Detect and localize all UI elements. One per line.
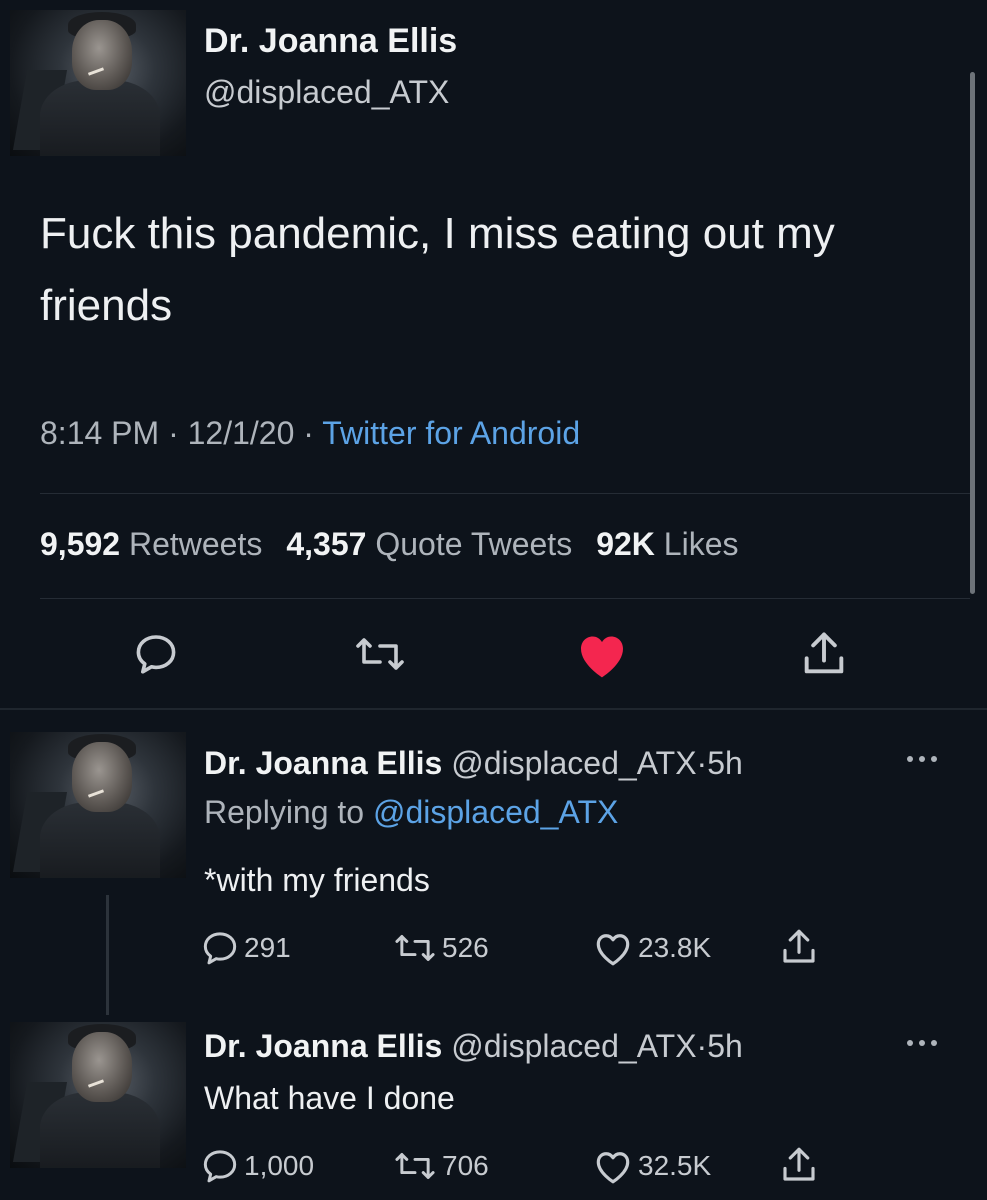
- share-icon: [783, 1147, 815, 1181]
- retweet-button[interactable]: 706: [392, 1146, 489, 1186]
- likes-stat[interactable]: 92K Likes: [596, 526, 738, 562]
- more-button[interactable]: [902, 1026, 942, 1064]
- retweet-icon: [395, 1153, 435, 1179]
- reply-button[interactable]: 291: [200, 928, 291, 968]
- share-button[interactable]: [778, 926, 824, 968]
- thread-line: [106, 895, 109, 1015]
- tweet-source[interactable]: Twitter for Android: [322, 415, 580, 451]
- reply-age: 5h: [707, 1028, 743, 1064]
- author-name[interactable]: Dr. Joanna Ellis: [204, 1028, 442, 1064]
- share-button[interactable]: [798, 628, 850, 685]
- reply-text: *with my friends: [204, 862, 430, 898]
- reply-icon: [203, 1150, 237, 1183]
- divider: [40, 598, 970, 599]
- like-icon: [581, 636, 623, 678]
- avatar[interactable]: [10, 10, 186, 156]
- author-name[interactable]: Dr. Joanna Ellis: [204, 745, 442, 781]
- reply-age: 5h: [707, 745, 743, 781]
- scrollbar[interactable]: [970, 72, 975, 594]
- tweet-text: Fuck this pandemic, I miss eating out my…: [40, 209, 835, 330]
- reply-icon: [136, 635, 176, 674]
- quotes-stat[interactable]: 4,357 Quote Tweets: [286, 526, 572, 562]
- reply-header: Dr. Joanna Ellis @displaced_ATX·5h: [204, 745, 743, 782]
- avatar[interactable]: [10, 732, 186, 878]
- reply-count: 291: [244, 932, 291, 963]
- reply-button[interactable]: [132, 630, 180, 683]
- retweet-button[interactable]: 526: [392, 928, 489, 968]
- retweet-count: 526: [442, 932, 489, 963]
- reply-count: 1,000: [244, 1150, 315, 1181]
- author-name[interactable]: Dr. Joanna Ellis: [204, 22, 457, 61]
- meta-separator: ·: [696, 1028, 708, 1064]
- retweet-count: 706: [442, 1150, 489, 1181]
- section-divider: [0, 708, 987, 710]
- tweet-date: 12/1/20: [187, 415, 295, 451]
- reply-header: Dr. Joanna Ellis @displaced_ATX·5h: [204, 1028, 743, 1065]
- replying-prefix: Replying to: [204, 794, 365, 830]
- share-icon: [804, 632, 844, 674]
- like-icon: [596, 934, 630, 966]
- divider: [40, 493, 970, 494]
- retweet-button[interactable]: [352, 630, 408, 683]
- reply-text: What have I done: [204, 1080, 455, 1116]
- meta-separator: ·: [168, 415, 179, 451]
- more-icon: [907, 1040, 937, 1046]
- share-button[interactable]: [778, 1144, 824, 1186]
- like-button[interactable]: [574, 628, 630, 685]
- reply-icon: [203, 932, 237, 965]
- more-button[interactable]: [902, 742, 942, 780]
- like-count: 23.8K: [638, 932, 712, 963]
- like-button[interactable]: 23.8K: [592, 928, 711, 968]
- author-handle[interactable]: @displaced_ATX: [451, 1028, 696, 1064]
- tweet-meta: 8:14 PM · 12/1/20 · Twitter for Android: [40, 415, 580, 452]
- retweets-stat[interactable]: 9,592 Retweets: [40, 526, 262, 562]
- replying-to: Replying to @displaced_ATX: [204, 794, 618, 831]
- mention-link[interactable]: @displaced_ATX: [373, 794, 618, 830]
- reply-button[interactable]: 1,000: [200, 1146, 314, 1186]
- share-icon: [783, 929, 815, 963]
- author-handle[interactable]: @displaced_ATX: [204, 74, 449, 111]
- like-button[interactable]: 32.5K: [592, 1146, 711, 1186]
- meta-separator: ·: [303, 415, 314, 451]
- like-count: 32.5K: [638, 1150, 712, 1181]
- author-handle[interactable]: @displaced_ATX: [451, 745, 696, 781]
- like-icon: [596, 1152, 630, 1184]
- meta-separator: ·: [696, 745, 708, 781]
- tweet-time: 8:14 PM: [40, 415, 160, 451]
- avatar[interactable]: [10, 1022, 186, 1168]
- retweet-icon: [395, 935, 435, 961]
- more-icon: [907, 756, 937, 762]
- retweet-icon: [356, 638, 404, 670]
- tweet-stats: 9,592 Retweets 4,357 Quote Tweets 92K Like…: [40, 526, 738, 563]
